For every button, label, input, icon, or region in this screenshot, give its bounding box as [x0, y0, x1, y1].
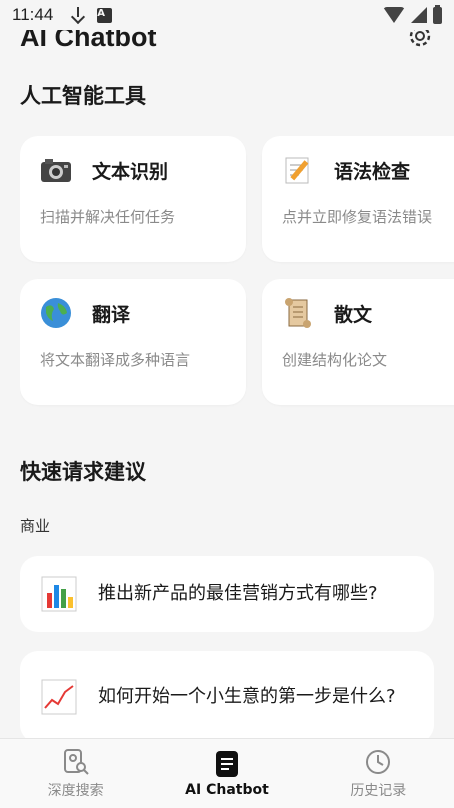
scroll-icon	[282, 297, 314, 329]
clock-icon	[366, 749, 391, 774]
bar-chart-icon	[40, 575, 78, 613]
suggestion-text: 推出新产品的最佳营销方式有哪些?	[98, 583, 378, 604]
deep-search-icon	[63, 748, 89, 775]
camera-icon	[40, 154, 72, 186]
download-icon	[71, 7, 85, 23]
chatbot-icon	[215, 750, 238, 777]
suggestion-text: 如何开始一个小生意的第一步是什么?	[98, 686, 396, 707]
nav-ai-chatbot[interactable]: AI Chatbot	[151, 739, 302, 808]
status-bar: 11:44 A	[0, 0, 454, 30]
nav-label: AI Chatbot	[185, 781, 269, 798]
tool-desc: 创建结构化论文	[282, 351, 388, 369]
tool-desc: 将文本翻译成多种语言	[40, 351, 191, 369]
tool-name: 散文	[334, 303, 373, 326]
tools-grid: 文本识别 扫描并解决任何任务 语法检查 点并立即修复语法错误 翻译 将文本翻译成…	[20, 136, 454, 408]
bottom-nav: 深度搜索 AI Chatbot 历史记录	[0, 738, 454, 808]
nav-label: 历史记录	[350, 782, 407, 799]
nav-history[interactable]: 历史记录	[303, 739, 454, 808]
tool-desc: 扫描并解决任何任务	[40, 208, 176, 226]
tools-section-title: 人工智能工具	[20, 84, 146, 108]
category-label: 商业	[20, 517, 51, 535]
tool-name: 翻译	[92, 303, 131, 326]
battery-icon	[433, 4, 442, 24]
tool-card-translate[interactable]: 翻译 将文本翻译成多种语言	[20, 279, 246, 405]
line-chart-icon	[40, 678, 78, 716]
tool-desc: 点并立即修复语法错误	[282, 208, 433, 226]
suggestion-item[interactable]: 推出新产品的最佳营销方式有哪些?	[20, 556, 434, 632]
signal-icon	[411, 7, 427, 23]
tool-card-essay[interactable]: 散文 创建结构化论文	[262, 279, 454, 405]
globe-icon	[40, 297, 72, 329]
memo-icon	[282, 154, 314, 186]
accessibility-icon: A	[97, 7, 113, 23]
tool-name: 语法检查	[334, 160, 411, 183]
wifi-icon	[383, 7, 405, 23]
nav-deep-search[interactable]: 深度搜索	[0, 739, 151, 808]
suggestion-item[interactable]: 如何开始一个小生意的第一步是什么?	[20, 651, 434, 743]
status-time: 11:44	[12, 5, 54, 24]
tool-card-text-recognition[interactable]: 文本识别 扫描并解决任何任务	[20, 136, 246, 262]
tool-name: 文本识别	[92, 160, 169, 183]
suggestions-section-title: 快速请求建议	[20, 460, 146, 484]
tool-card-grammar-check[interactable]: 语法检查 点并立即修复语法错误	[262, 136, 454, 262]
nav-label: 深度搜索	[47, 782, 104, 799]
